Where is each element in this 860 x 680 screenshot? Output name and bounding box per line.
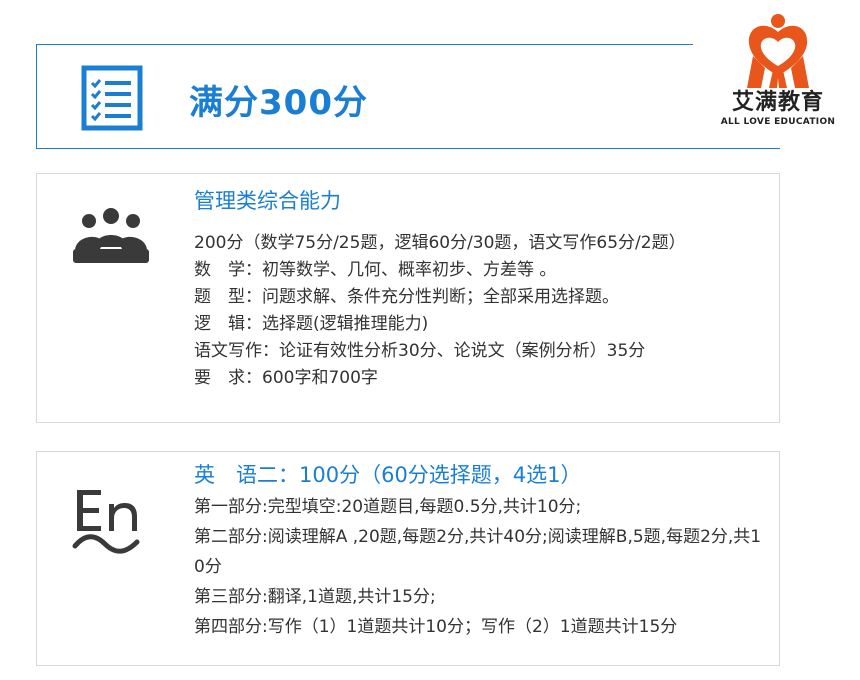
english-section-body: 英 语二：100分（60分选择题，4选1） 第一部分:完型填空:20道题目,每题…	[194, 460, 767, 642]
english-section-title: 英 语二：100分（60分选择题，4选1）	[194, 463, 582, 487]
management-line-question-type: 题 型：问题求解、条件充分性判断；全部采用选择题。	[194, 287, 619, 307]
logo-name: 艾满教育	[731, 90, 824, 115]
header-banner: 满分300分	[36, 44, 781, 149]
brand-logo: 艾满教育 ALL LOVE EDUCATION	[712, 12, 844, 136]
page-title: 满分300分	[189, 83, 368, 123]
management-line-requirement: 要 求：600字和700字	[194, 368, 378, 388]
english-en-icon	[72, 490, 140, 554]
management-line-math: 数 学：初等数学、几何、概率初步、方差等 。	[194, 260, 557, 280]
group-meeting-icon	[73, 208, 149, 263]
management-section-card: 管理类综合能力 200分（数学75分/25题，逻辑60分/30题，语文写作65分…	[36, 173, 780, 423]
english-line-part3: 第三部分:翻译,1道题,共计15分;	[194, 587, 436, 607]
management-section-body: 管理类综合能力 200分（数学75分/25题，逻辑60分/30题，语文写作65分…	[194, 186, 767, 392]
page: 满分300分 艾满教育 ALL LOVE EDUCATION 管理类综合能力 2…	[0, 0, 860, 680]
english-section-card: 英 语二：100分（60分选择题，4选1） 第一部分:完型填空:20道题目,每题…	[36, 451, 780, 666]
checklist-icon	[81, 65, 143, 131]
management-line-logic: 逻 辑：选择题(逻辑推理能力)	[194, 314, 429, 334]
logo-subtitle: ALL LOVE EDUCATION	[720, 117, 836, 127]
management-line-score: 200分（数学75分/25题，逻辑60分/30题，语文写作65分/2题）	[194, 233, 686, 253]
heart-people-icon	[747, 14, 809, 88]
english-line-part2: 第二部分:阅读理解A ,20题,每题2分,共计40分;阅读理解B,5题,每题2分…	[194, 527, 762, 577]
management-line-writing: 语文写作：论证有效性分析30分、论说文（案例分析）35分	[194, 341, 646, 361]
management-section-title: 管理类综合能力	[194, 189, 341, 213]
english-line-part1: 第一部分:完型填空:20道题目,每题0.5分,共计10分;	[194, 497, 582, 517]
english-line-part4: 第四部分:写作（1）1道题共计10分；写作（2）1道题共计15分	[194, 617, 678, 637]
